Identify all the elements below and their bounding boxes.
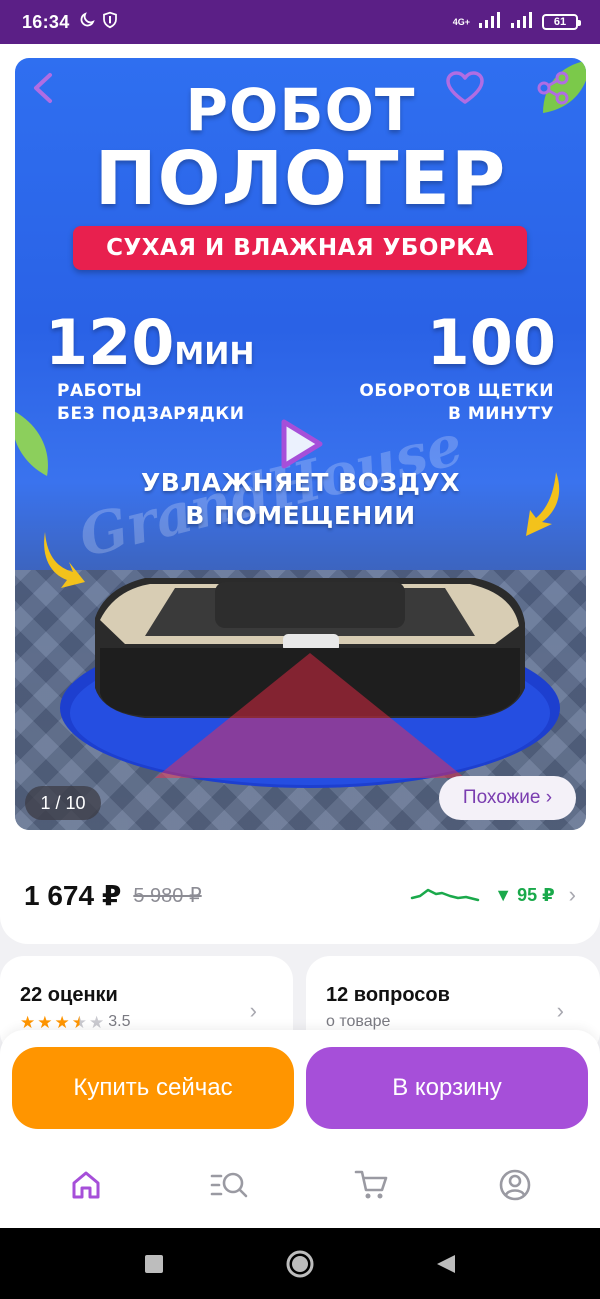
favorite-button[interactable] — [443, 66, 487, 110]
star-full-icon: ★ — [37, 1012, 53, 1032]
promo-humidify: УВЛАЖНЯЕТ ВОЗДУХ В ПОМЕЩЕНИИ — [15, 466, 586, 532]
nav-profile[interactable] — [485, 1155, 545, 1215]
nav-cart[interactable] — [342, 1155, 402, 1215]
cart-icon — [354, 1170, 387, 1199]
back-system-button[interactable] — [426, 1244, 466, 1284]
star-half-icon: ★ — [71, 1012, 87, 1032]
circle-icon — [286, 1250, 314, 1277]
stat-brush-rpm-caption-line1: ОБОРОТОВ ЩЕТКИ — [359, 381, 554, 401]
square-icon — [145, 1254, 163, 1273]
stat-brush-rpm-caption: ОБОРОТОВ ЩЕТКИ В МИНУТУ — [359, 380, 554, 426]
stat-brush-rpm: 100 — [426, 306, 556, 379]
star-full-icon: ★ — [54, 1012, 70, 1032]
product-image-gallery[interactable]: GrandHouse РОБОТ ПОЛОТЕР СУХАЯ И ВЛАЖНАЯ… — [15, 58, 586, 830]
price-trend-sparkline — [411, 888, 480, 902]
stat-work-time-caption: РАБОТЫ БЕЗ ПОДЗАРЯДКИ — [57, 380, 244, 426]
gallery-counter: 1 / 10 — [25, 786, 101, 820]
back-button[interactable] — [23, 66, 63, 110]
network-type-label: 4G+ — [452, 16, 470, 27]
stat-work-time: 120МИН — [45, 306, 255, 379]
stat-work-time-caption-line2: БЕЗ ПОДЗАРЯДКИ — [57, 404, 245, 424]
add-to-cart-button[interactable]: В корзину — [306, 1047, 588, 1129]
old-price: 5 980 ₽ — [133, 884, 202, 907]
star-empty-icon: ★ — [89, 1012, 105, 1032]
buy-now-button[interactable]: Купить сейчас — [12, 1047, 294, 1129]
home-system-button[interactable] — [280, 1244, 320, 1284]
status-bar: 16:34 4G+ 61 — [0, 0, 600, 44]
chevron-right-icon: › — [568, 882, 576, 907]
stat-work-time-value: 120 — [45, 306, 175, 379]
heart-icon — [446, 71, 484, 104]
triangle-back-icon — [437, 1254, 455, 1273]
promo-humidify-line2: В ПОМЕЩЕНИИ — [185, 501, 416, 530]
play-icon — [281, 419, 323, 469]
promo-title-line2: ПОЛОТЕР — [94, 136, 507, 222]
share-icon — [537, 71, 569, 105]
star-full-icon: ★ — [20, 1012, 36, 1032]
current-price: 1 674 ₽ — [24, 879, 122, 911]
stat-work-time-caption-line1: РАБОТЫ — [57, 381, 143, 401]
leaf-decoration-left — [15, 411, 48, 476]
battery-icon: 61 — [542, 14, 581, 30]
chevron-left-icon — [34, 73, 52, 103]
stat-brush-rpm-caption-line2: В МИНУТУ — [447, 404, 554, 424]
system-navigation-bar — [0, 1228, 600, 1299]
home-icon — [72, 1171, 99, 1199]
stat-work-time-unit: МИН — [174, 337, 255, 372]
chevron-right-icon: › — [556, 998, 564, 1023]
bottom-navigation — [0, 1142, 600, 1228]
similar-products-button[interactable]: Похожие › — [439, 776, 576, 820]
questions-subtitle: о товаре — [326, 1013, 391, 1030]
signal-icon — [478, 11, 502, 33]
rating-stars: ★ ★ ★ ★ ★ — [20, 1014, 104, 1031]
price-row[interactable]: 1 674 ₽ 5 980 ₽ ▼ 95 ₽ › — [0, 860, 600, 930]
rating-value: 3.5 — [108, 1013, 131, 1030]
arrow-decoration-right — [526, 472, 560, 536]
promo-title-line1: РОБОТ — [185, 76, 416, 144]
robot-mop-image — [60, 578, 560, 788]
play-video-button[interactable] — [273, 416, 329, 472]
promo-ribbon: СУХАЯ И ВЛАЖНАЯ УБОРКА — [73, 226, 527, 270]
chevron-right-icon: › — [249, 998, 257, 1023]
signal-icon-2 — [510, 11, 534, 33]
reviews-count: 22 оценки — [20, 984, 118, 1006]
share-button[interactable] — [531, 66, 575, 110]
status-time: 16:34 — [22, 11, 70, 32]
price-drop: ▼ 95 ₽ — [494, 884, 555, 905]
moon-icon — [78, 11, 96, 34]
nav-catalog[interactable] — [199, 1155, 259, 1215]
catalog-search-icon — [210, 1172, 247, 1198]
shield-icon — [102, 11, 118, 34]
profile-icon — [499, 1169, 530, 1201]
questions-count: 12 вопросов — [326, 984, 450, 1006]
recent-apps-button[interactable] — [134, 1244, 174, 1284]
nav-home[interactable] — [56, 1155, 116, 1215]
